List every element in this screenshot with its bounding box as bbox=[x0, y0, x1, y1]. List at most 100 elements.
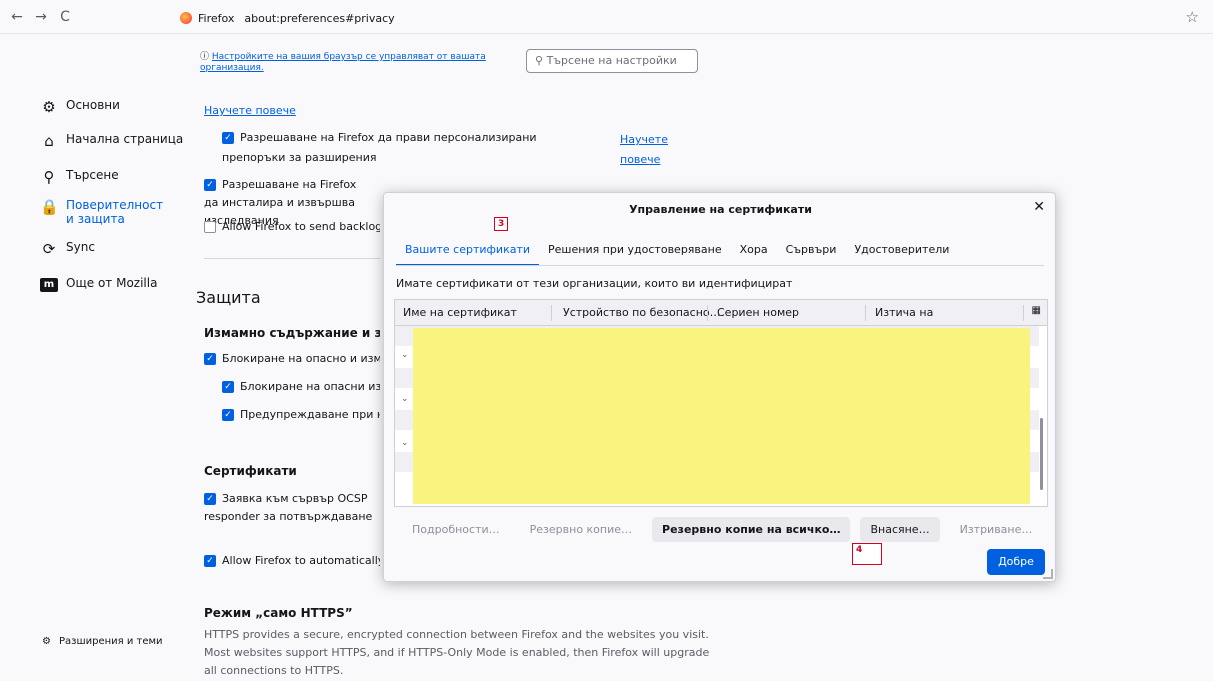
browser-toolbar: ← → C Firefox about:preferences#privacy … bbox=[0, 0, 1213, 34]
dialog-tabs: Вашите сертификати Решения при удостовер… bbox=[396, 241, 958, 266]
resize-grip[interactable] bbox=[1043, 569, 1053, 579]
backup-button[interactable]: Резервно копие… bbox=[520, 517, 642, 542]
puzzle-icon: ⚙ bbox=[42, 636, 51, 647]
home-icon: ⌂ bbox=[44, 132, 54, 150]
ok-button[interactable]: Добре bbox=[987, 549, 1045, 575]
annotation-marker-3: 3 bbox=[494, 217, 509, 231]
tab-people[interactable]: Хора bbox=[731, 241, 777, 266]
recommend-learn-more-link[interactable]: Научете повече bbox=[620, 130, 680, 170]
checkbox-checked[interactable]: ✓ bbox=[204, 555, 216, 567]
column-separator[interactable] bbox=[865, 305, 866, 321]
recommend-extensions-row[interactable]: ✓ Разрешаване на Firefox да прави персона… bbox=[222, 128, 592, 168]
sidebar-item-label: Търсене bbox=[66, 168, 119, 182]
checkbox-checked[interactable]: ✓ bbox=[222, 381, 234, 393]
column-header-name[interactable]: Име на сертификат bbox=[403, 306, 517, 319]
checkbox-checked[interactable]: ✓ bbox=[222, 409, 234, 421]
ocsp-row[interactable]: ✓ Заявка към сървър OCSP responder за пот… bbox=[204, 490, 380, 528]
checkbox-checked[interactable]: ✓ bbox=[204, 179, 216, 191]
annotation-marker-4: 4 bbox=[852, 543, 882, 565]
delete-button[interactable]: Изтриване… bbox=[950, 517, 1043, 542]
backup-all-button[interactable]: Резервно копие на всичко… bbox=[652, 517, 851, 542]
checkbox-checked[interactable]: ✓ bbox=[204, 493, 216, 505]
column-header-device[interactable]: Устройство по безопасно… bbox=[563, 306, 721, 319]
gear-icon: ⚙ bbox=[42, 98, 56, 116]
column-header-serial[interactable]: Сериен номер bbox=[717, 306, 799, 319]
tab-your-certificates[interactable]: Вашите сертификати bbox=[396, 241, 540, 266]
sidebar-item-sync[interactable]: ⟳ Sync bbox=[40, 240, 95, 258]
mozilla-icon: m bbox=[40, 278, 58, 292]
auto-trust-row[interactable]: ✓ Allow Firefox to automatically trust th… bbox=[204, 554, 380, 567]
url-text[interactable]: about:preferences#privacy bbox=[244, 12, 394, 25]
details-button[interactable]: Подробности… bbox=[402, 517, 510, 542]
checkbox-checked[interactable]: ✓ bbox=[222, 132, 234, 144]
sidebar-item-privacy[interactable]: 🔒 Поверителност и защита bbox=[40, 198, 180, 226]
dialog-buttons: Подробности… Резервно копие… Резервно ко… bbox=[402, 517, 1042, 542]
checkbox-checked[interactable]: ✓ bbox=[204, 353, 216, 365]
sync-icon: ⟳ bbox=[42, 240, 56, 258]
sidebar-item-extensions[interactable]: ⚙ Разширения и теми bbox=[42, 636, 163, 647]
close-icon[interactable]: ✕ bbox=[1033, 199, 1045, 215]
tabs-divider bbox=[396, 265, 1044, 266]
forward-icon[interactable]: → bbox=[32, 8, 50, 26]
redacted-area bbox=[413, 328, 1030, 504]
block-dangerous-row[interactable]: ✓ Блокиране на опасно и измамно съдържани… bbox=[204, 352, 380, 365]
auto-trust-label: Allow Firefox to automatically trust thi… bbox=[222, 554, 380, 567]
lock-icon: 🔒 bbox=[40, 198, 59, 216]
chevron-down-icon[interactable]: ⌄ bbox=[401, 394, 409, 404]
dialog-description: Имате сертификати от тези организации, к… bbox=[396, 277, 793, 290]
sidebar-item-label: Поверителност и защита bbox=[66, 198, 164, 226]
warn-unwanted-label: Предупреждаване при нежелан софтуер bbox=[240, 408, 380, 421]
sidebar-item-home[interactable]: ⌂ Начална страница bbox=[40, 132, 183, 150]
org-notice-link[interactable]: Настройките на вашия браузър се управляв… bbox=[200, 52, 486, 73]
certs-heading: Сертификати bbox=[204, 464, 297, 478]
sidebar-item-general[interactable]: ⚙ Основни bbox=[40, 98, 120, 116]
table-scrollbar[interactable] bbox=[1040, 418, 1043, 490]
backlogged-label: Allow Firefox to send backlogged crash r… bbox=[222, 220, 380, 233]
tab-authorities[interactable]: Удостоверители bbox=[845, 241, 958, 266]
column-separator[interactable] bbox=[1023, 305, 1024, 321]
search-icon: ⚲ bbox=[43, 168, 55, 186]
tab-servers[interactable]: Сървъри bbox=[777, 241, 846, 266]
dialog-title: Управление на сертификати bbox=[629, 203, 812, 216]
https-description: HTTPS provides a secure, encrypted conne… bbox=[204, 628, 710, 677]
chevron-down-icon[interactable]: ⌄ bbox=[401, 350, 409, 360]
warn-unwanted-row[interactable]: ✓ Предупреждаване при нежелан софтуер bbox=[222, 408, 380, 421]
search-icon: ⚲ bbox=[535, 54, 544, 67]
block-downloads-row[interactable]: ✓ Блокиране на опасни изтегляния bbox=[222, 380, 380, 393]
deceptive-heading: Измамно съдържание и защита bbox=[204, 326, 380, 340]
back-icon[interactable]: ← bbox=[8, 8, 26, 26]
sidebar-item-label: Начална страница bbox=[66, 132, 184, 146]
reload-icon[interactable]: C bbox=[56, 8, 74, 26]
protection-heading: Защита bbox=[196, 288, 261, 307]
divider bbox=[204, 258, 380, 259]
learn-more-link[interactable]: Научете повече bbox=[204, 104, 296, 117]
certificate-table[interactable]: Име на сертификат Устройство по безопасн… bbox=[394, 299, 1048, 507]
block-dangerous-label: Блокиране на опасно и измамно съдържание bbox=[222, 352, 380, 365]
https-heading: Режим „само HTTPS” bbox=[204, 606, 353, 620]
sidebar-item-search[interactable]: ⚲ Търсене bbox=[40, 168, 119, 186]
url-bar[interactable]: Firefox about:preferences#privacy bbox=[180, 7, 395, 29]
org-notice: ⓘ Настройките на вашия браузър се управл… bbox=[200, 52, 500, 74]
column-separator[interactable] bbox=[551, 305, 552, 321]
certificate-manager-dialog: Управление на сертификати ✕ 3 Вашите сер… bbox=[383, 192, 1056, 582]
chevron-down-icon[interactable]: ⌄ bbox=[401, 438, 409, 448]
column-picker-icon[interactable]: ▦ bbox=[1032, 305, 1041, 316]
firefox-icon bbox=[180, 12, 192, 24]
checkbox-unchecked[interactable] bbox=[204, 221, 216, 233]
recommend-extensions-label: Разрешаване на Firefox да прави персонал… bbox=[222, 131, 537, 164]
identity-label: Firefox bbox=[198, 11, 235, 25]
column-header-expires[interactable]: Изтича на bbox=[875, 306, 933, 319]
search-placeholder: Търсене на настройки bbox=[546, 54, 677, 67]
sidebar-item-label: Sync bbox=[66, 240, 95, 254]
bookmark-star-icon[interactable]: ☆ bbox=[1186, 8, 1199, 26]
settings-search-input[interactable]: ⚲ Търсене на настройки bbox=[526, 49, 698, 73]
column-separator[interactable] bbox=[707, 305, 708, 321]
sidebar-item-label: Още от Mozilla bbox=[66, 276, 158, 290]
ocsp-label: Заявка към сървър OCSP responder за потв… bbox=[204, 492, 373, 523]
sidebar-item-mozilla[interactable]: m Още от Mozilla bbox=[40, 276, 157, 292]
tab-authentication-decisions[interactable]: Решения при удостоверяване bbox=[539, 241, 731, 266]
import-button[interactable]: Внасяне… bbox=[860, 517, 940, 542]
backlogged-row[interactable]: Allow Firefox to send backlogged crash r… bbox=[204, 220, 380, 233]
info-icon: ⓘ bbox=[200, 52, 210, 62]
sidebar-item-label: Разширения и теми bbox=[58, 636, 163, 647]
